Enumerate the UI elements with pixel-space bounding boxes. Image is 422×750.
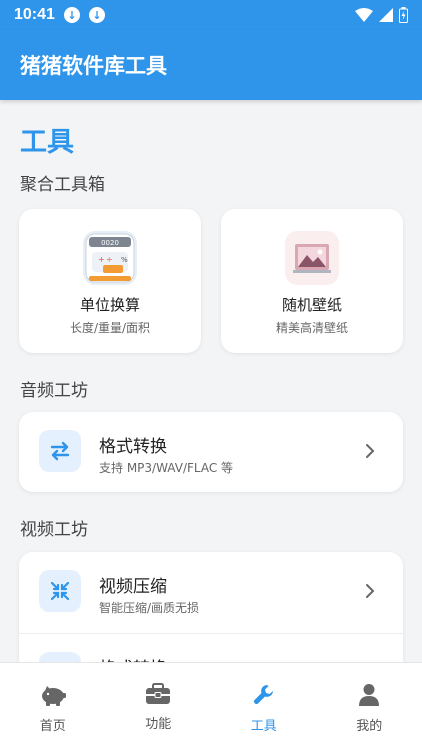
svg-text:+: +: [98, 255, 105, 264]
video-format-conversion-item[interactable]: 格式转换: [19, 634, 403, 662]
card-title: 随机壁纸: [281, 296, 342, 314]
nav-item-profile[interactable]: 我的: [317, 663, 422, 750]
card-subtitle: 精美高清壁纸: [275, 321, 348, 335]
audio-tools-card: 格式转换 支持 MP3/WAV/FLAC 等: [19, 412, 403, 492]
bottom-navigation: 首页 功能 工具 我的: [0, 662, 422, 750]
swap-arrows-icon: [39, 430, 81, 472]
nav-item-tools[interactable]: 工具: [211, 663, 317, 750]
random-wallpaper-card[interactable]: 随机壁纸 精美高清壁纸: [221, 209, 403, 353]
app-title: 猪猪软件库工具: [20, 54, 167, 78]
chevron-right-icon: [366, 444, 375, 458]
download-notification-icon: ↓: [88, 7, 105, 23]
wallpaper-icon: [285, 231, 339, 285]
wifi-icon: [355, 8, 373, 22]
video-compress-item[interactable]: 视频压缩 智能压缩/画质无损: [19, 552, 403, 632]
toolbox-icon: [146, 683, 171, 704]
main-content[interactable]: 工具 聚合工具箱 0020 + ÷ % 单位换算 长度/重量/面积 随机壁纸 精…: [0, 100, 422, 662]
page-title: 工具: [20, 127, 74, 158]
nav-item-functions[interactable]: 功能: [106, 663, 212, 750]
section-title-video: 视频工坊: [20, 520, 88, 540]
unit-conversion-card[interactable]: 0020 + ÷ % 单位换算 长度/重量/面积: [19, 209, 201, 353]
nav-label: 功能: [145, 717, 172, 732]
nav-label: 首页: [39, 719, 66, 734]
item-title: 视频压缩: [99, 577, 167, 597]
svg-text:0020: 0020: [101, 239, 119, 247]
audio-format-conversion-item[interactable]: 格式转换 支持 MP3/WAV/FLAC 等: [19, 412, 403, 492]
status-bar: 10:41 ↓ ↓: [0, 0, 422, 30]
compress-icon: [39, 570, 81, 612]
svg-text:÷: ÷: [106, 255, 113, 264]
user-icon: [359, 684, 380, 706]
download-notification-icon: ↓: [63, 7, 80, 23]
card-subtitle: 长度/重量/面积: [69, 321, 151, 335]
section-title-audio: 音频工坊: [20, 381, 88, 401]
nav-item-home[interactable]: 首页: [0, 663, 106, 750]
section-title-toolbox: 聚合工具箱: [20, 175, 105, 195]
card-title: 单位换算: [79, 296, 140, 314]
nav-label: 我的: [356, 719, 383, 734]
battery-icon: [399, 7, 408, 23]
wrench-icon: [253, 685, 273, 704]
calculator-icon: 0020 + ÷ %: [83, 231, 137, 285]
signal-icon: [379, 8, 393, 22]
video-tools-card: 视频压缩 智能压缩/画质无损 格式转换: [19, 552, 403, 662]
item-subtitle: 智能压缩/画质无损: [99, 601, 200, 615]
app-bar: 猪猪软件库工具: [0, 30, 422, 100]
item-subtitle: 支持 MP3/WAV/FLAC 等: [99, 461, 234, 475]
svg-text:%: %: [121, 256, 128, 264]
item-title: 格式转换: [99, 437, 167, 457]
convert-icon: [39, 652, 81, 662]
chevron-right-icon: [366, 584, 375, 598]
status-time: 10:41: [14, 6, 55, 23]
item-title: 格式转换: [99, 654, 167, 662]
piggy-bank-icon: [41, 686, 66, 706]
nav-label: 工具: [250, 719, 277, 734]
